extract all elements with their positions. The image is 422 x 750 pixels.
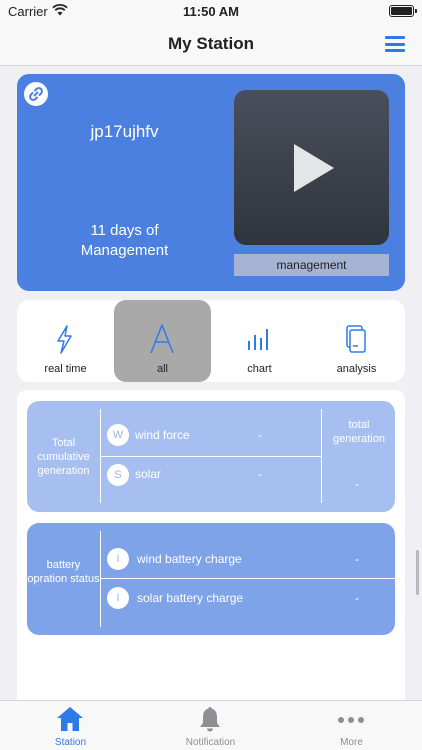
management-button[interactable]: management [234, 254, 389, 276]
tab-notification[interactable]: Notification [140, 701, 281, 750]
tab-notification-label: Notification [185, 737, 236, 748]
home-icon [57, 707, 83, 731]
status-bar: Carrier 11:50 AM [0, 0, 422, 24]
total-generation-label: total generation [333, 419, 385, 445]
battery-icon [389, 5, 417, 17]
tab-more[interactable]: More [281, 701, 422, 750]
bell-icon [200, 707, 220, 732]
tab-real-time[interactable]: real time [17, 300, 114, 382]
navigation-bar: My Station [0, 24, 422, 66]
tab-chart[interactable]: chart [211, 300, 308, 382]
tab-station-label: Station [54, 737, 87, 748]
play-icon[interactable] [294, 144, 334, 192]
wind-battery-icon: I [107, 548, 129, 570]
wind-battery-charge-value: - [355, 552, 359, 566]
management-days-text: 11 days of [90, 222, 159, 239]
page-title: My Station [168, 34, 254, 53]
battery-panel: battery opration status I wind battery c… [27, 523, 395, 635]
document-icon [346, 325, 366, 353]
solar-battery-charge-label: solar battery charge [137, 591, 244, 605]
tab-label: all [156, 363, 168, 375]
wind-force-value: - [258, 428, 262, 442]
tab-station[interactable]: Station [0, 701, 141, 750]
more-dots-icon [338, 717, 364, 723]
station-name: jp17ujhfv [90, 122, 159, 141]
clock: 11:50 AM [183, 4, 239, 19]
scroll-indicator[interactable] [416, 550, 419, 595]
wind-force-label: wind force [135, 428, 190, 442]
bar-chart-icon [248, 329, 268, 350]
lightning-icon [57, 325, 72, 354]
bottom-tab-bar: Station Notification More [0, 700, 422, 750]
battery-side-label: battery opration status [27, 559, 100, 585]
total-generation-value: - [355, 477, 359, 491]
wind-battery-charge-label: wind battery charge [137, 552, 242, 566]
station-card: jp17ujhfv 11 days of Management manageme… [17, 74, 405, 291]
tab-analysis[interactable]: analysis [308, 300, 405, 382]
solar-battery-icon: I [107, 587, 129, 609]
solar-badge-icon: S [107, 464, 129, 486]
tab-label: chart [247, 363, 272, 375]
tab-label: analysis [336, 363, 377, 375]
view-tabs: real time all chart analysis [17, 300, 405, 382]
generation-side-label: Total cumulative generation [37, 437, 90, 477]
management-days-subtext: Management [80, 242, 169, 259]
generation-panel: Total cumulative generation W wind force… [27, 401, 395, 512]
solar-value: - [258, 467, 262, 481]
hamburger-menu-icon[interactable] [385, 36, 405, 52]
solar-label: solar [135, 467, 162, 481]
tab-all[interactable]: all [114, 300, 211, 382]
link-icon[interactable] [24, 82, 48, 106]
letter-a-icon [150, 324, 174, 354]
wind-badge-icon: W [107, 424, 129, 446]
tab-more-label: More [340, 737, 363, 748]
video-thumbnail[interactable] [234, 90, 389, 245]
solar-battery-charge-value: - [355, 591, 359, 605]
tab-label: real time [44, 363, 87, 375]
